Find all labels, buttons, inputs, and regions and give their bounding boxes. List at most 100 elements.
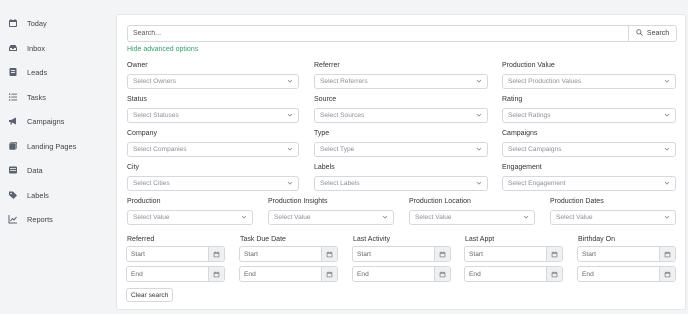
city-select[interactable]: Select Cities xyxy=(127,176,299,191)
city-filter: City Select Cities xyxy=(127,163,299,191)
sidebar-item-label: Data xyxy=(27,165,43,175)
engagement-filter: Engagement Select Engagement xyxy=(502,163,676,191)
field-label: City xyxy=(127,164,140,171)
search-icon xyxy=(636,29,643,38)
referrer-select[interactable]: Select Referrers xyxy=(314,74,488,89)
production-value-select[interactable]: Select Production Values xyxy=(502,74,676,89)
task-due-start-date[interactable]: Start xyxy=(239,246,338,262)
calendar-icon[interactable] xyxy=(434,247,450,261)
date-placeholder: End xyxy=(357,270,369,278)
task-due-date-label: Task Due Date xyxy=(240,236,286,243)
sidebar-item-tasks[interactable]: Tasks xyxy=(8,90,46,104)
chevron-down-icon xyxy=(476,180,482,188)
production-filter: Production Select Value xyxy=(127,197,253,225)
production-insights-select[interactable]: Select Value xyxy=(268,210,394,225)
select-placeholder: Select Production Values xyxy=(508,78,582,85)
sidebar-item-today[interactable]: Today xyxy=(8,16,47,30)
sidebar-item-label: Reports xyxy=(27,214,53,224)
owner-select[interactable]: Select Owners xyxy=(127,74,299,89)
chevron-down-icon xyxy=(241,214,247,222)
production-location-select[interactable]: Select Value xyxy=(409,210,535,225)
chevron-down-icon xyxy=(664,78,670,86)
select-placeholder: Select Labels xyxy=(320,180,360,187)
field-label: Rating xyxy=(502,96,523,103)
date-placeholder: End xyxy=(582,270,594,278)
sidebar-item-data[interactable]: Data xyxy=(8,163,43,177)
last-appt-start-date[interactable]: Start xyxy=(464,246,563,262)
field-label: Labels xyxy=(314,164,335,171)
labels-select[interactable]: Select Labels xyxy=(314,176,488,191)
task-due-end-date[interactable]: End xyxy=(239,266,338,282)
calendar-icon[interactable] xyxy=(321,267,337,281)
field-label: Referrer xyxy=(314,62,340,69)
select-placeholder: Select Type xyxy=(320,146,355,153)
birthday-start-date[interactable]: Start xyxy=(577,246,676,262)
sidebar-item-leads[interactable]: Leads xyxy=(8,65,47,79)
campaigns-select[interactable]: Select Campaigns xyxy=(502,142,676,157)
select-placeholder: Select Referrers xyxy=(320,78,368,85)
calendar-icon[interactable] xyxy=(208,267,224,281)
last-appt-label: Last Appt xyxy=(465,236,495,243)
search-bar: Search xyxy=(127,25,677,42)
chevron-down-icon xyxy=(476,146,482,154)
data-icon xyxy=(8,165,18,175)
chevron-down-icon xyxy=(287,112,293,120)
search-button-label: Search xyxy=(646,30,670,37)
last-activity-end-date[interactable]: End xyxy=(352,266,451,282)
calendar-icon[interactable] xyxy=(659,247,675,261)
birthday-end-date[interactable]: End xyxy=(577,266,676,282)
company-select[interactable]: Select Companies xyxy=(127,142,299,157)
date-placeholder: End xyxy=(244,270,256,278)
referred-end-date[interactable]: End xyxy=(126,266,225,282)
referred-start-date[interactable]: Start xyxy=(126,246,225,262)
owner-filter: Owner Select Owners xyxy=(127,61,299,89)
calendar-icon[interactable] xyxy=(659,267,675,281)
landing-pages-icon xyxy=(8,141,18,151)
sidebar-item-label: Leads xyxy=(27,67,48,77)
labels-filter: Labels Select Labels xyxy=(314,163,488,191)
sidebar-item-landing-pages[interactable]: Landing Pages xyxy=(8,139,76,153)
last-appt-end-date[interactable]: End xyxy=(464,266,563,282)
calendar-icon[interactable] xyxy=(434,267,450,281)
source-filter: Source Select Sources xyxy=(314,95,488,123)
sidebar-item-reports[interactable]: Reports xyxy=(8,212,53,226)
calendar-icon[interactable] xyxy=(208,247,224,261)
rating-select[interactable]: Select Ratings xyxy=(502,108,676,123)
date-placeholder: Start xyxy=(582,250,596,258)
search-input[interactable] xyxy=(128,26,628,41)
clear-search-button[interactable]: Clear search xyxy=(126,288,174,302)
production-dates-select[interactable]: Select Value xyxy=(550,210,676,225)
select-placeholder: Select Value xyxy=(556,214,593,221)
calendar-icon[interactable] xyxy=(546,247,562,261)
sidebar-item-labels[interactable]: Labels xyxy=(8,188,49,202)
last-activity-start-date[interactable]: Start xyxy=(352,246,451,262)
calendar-icon xyxy=(8,18,18,28)
type-select[interactable]: Select Type xyxy=(314,142,488,157)
select-placeholder: Select Value xyxy=(133,214,170,221)
calendar-icon[interactable] xyxy=(321,247,337,261)
date-placeholder: Start xyxy=(357,250,371,258)
field-label: Production Value xyxy=(502,62,555,69)
production-select[interactable]: Select Value xyxy=(127,210,253,225)
status-select[interactable]: Select Statuses xyxy=(127,108,299,123)
date-placeholder: End xyxy=(131,270,143,278)
birthday-on-label: Birthday On xyxy=(578,236,615,243)
production-location-filter: Production Location Select Value xyxy=(409,197,535,225)
select-placeholder: Select Sources xyxy=(320,112,365,119)
status-filter: Status Select Statuses xyxy=(127,95,299,123)
engagement-select[interactable]: Select Engagement xyxy=(502,176,676,191)
select-placeholder: Select Ratings xyxy=(508,112,551,119)
sidebar-item-inbox[interactable]: Inbox xyxy=(8,41,45,55)
source-select[interactable]: Select Sources xyxy=(314,108,488,123)
inbox-icon xyxy=(8,43,18,53)
production-insights-filter: Production Insights Select Value xyxy=(268,197,394,225)
calendar-icon[interactable] xyxy=(546,267,562,281)
select-placeholder: Select Owners xyxy=(133,78,176,85)
type-filter: Type Select Type xyxy=(314,129,488,157)
date-placeholder: Start xyxy=(469,250,483,258)
sidebar-item-campaigns[interactable]: Campaigns xyxy=(8,114,64,128)
hide-advanced-options-link[interactable]: Hide advanced options xyxy=(127,46,198,53)
search-button[interactable]: Search xyxy=(628,26,676,41)
chevron-down-icon xyxy=(476,78,482,86)
chevron-down-icon xyxy=(664,180,670,188)
